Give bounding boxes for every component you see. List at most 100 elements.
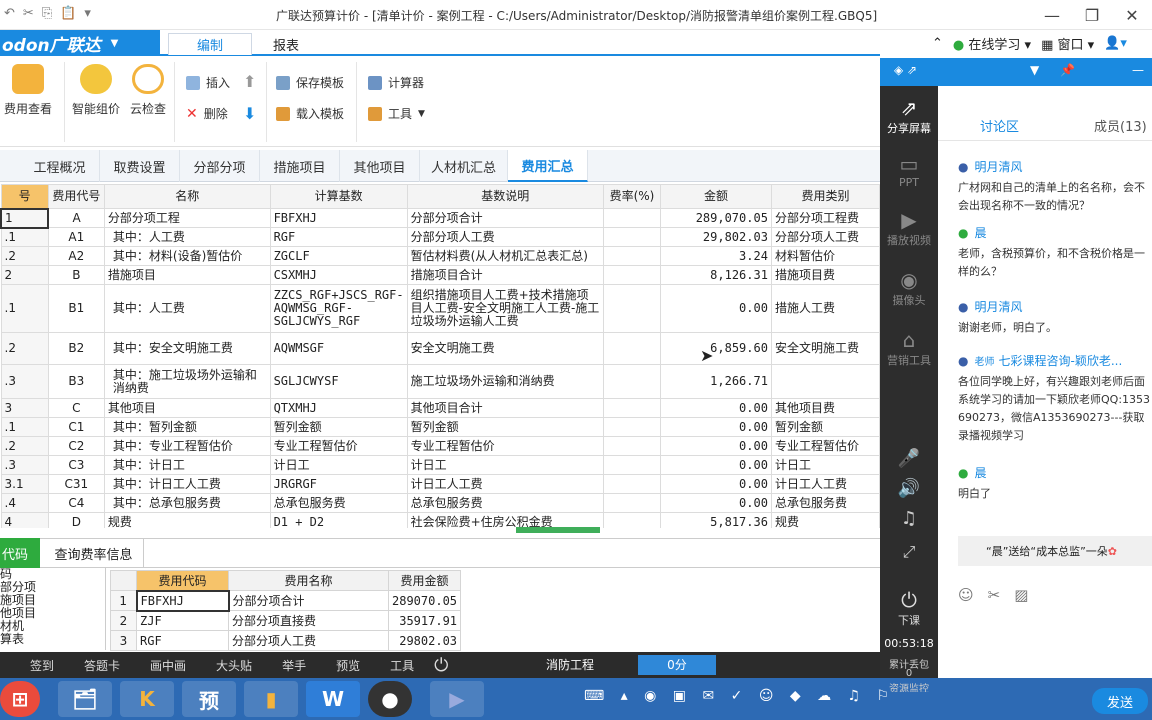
load-template-button[interactable]: 载入模板 (276, 105, 344, 122)
cell-no[interactable]: .1 (0, 284, 49, 333)
table-row[interactable]: .4 C4 其中：总承包服务费 总承包服务费 总承包服务费 0.00 总承包服务费 (0, 493, 880, 513)
cell-no[interactable]: .4 (0, 493, 49, 513)
cell-category[interactable]: 措施项目费 (770, 265, 880, 285)
close-icon[interactable]: ✕ (1112, 0, 1152, 30)
cell-amount[interactable]: 29,802.03 (660, 227, 772, 247)
sub-table-row[interactable]: 3 RGF 分部分项人工费 29802.03 (110, 630, 462, 651)
sub-cell-code[interactable]: RGF (136, 630, 229, 651)
paste-icon[interactable]: 📋 (60, 6, 76, 21)
cell-category[interactable]: 分部分项人工费 (770, 227, 880, 247)
col-header-rate[interactable]: 费率(%) (602, 184, 662, 209)
cell-code[interactable]: A1 (47, 227, 105, 247)
table-row[interactable]: 2 B 措施项目 CSXMHJ 措施项目合计 8,126.31 措施项目费 (0, 265, 880, 285)
cell-category[interactable]: 其他项目费 (770, 398, 880, 418)
raise-hand-button[interactable]: 举手 (282, 657, 306, 674)
table-row[interactable]: .3 C3 其中：计日工 计日工 计日工 0.00 计日工 (0, 455, 880, 475)
cell-name[interactable]: 其中：施工垃圾场外运输和消纳费 (103, 364, 271, 399)
cell-name[interactable]: 其中：安全文明施工费 (103, 332, 271, 365)
cell-base[interactable]: 计日工 (269, 455, 408, 475)
fee-view-button[interactable]: 费用查看 (4, 64, 52, 117)
cut-icon[interactable]: ✂ (23, 6, 34, 21)
tab-labor-material[interactable]: 人材机汇总 (420, 150, 508, 182)
cell-base-desc[interactable]: 计日工人工费 (406, 474, 604, 494)
answer-card-button[interactable]: 答题卡 (84, 657, 120, 674)
tab-project-overview[interactable]: 工程概况 (20, 150, 100, 182)
cell-rate[interactable] (602, 364, 662, 399)
cell-code[interactable]: B3 (47, 364, 105, 399)
app-logo[interactable]: odon广联达 ▼ (0, 30, 160, 56)
cell-name[interactable]: 分部分项工程 (103, 208, 271, 228)
cell-code[interactable]: C (47, 398, 105, 418)
emoji-icon[interactable]: ☺ (958, 586, 988, 604)
play-video-button[interactable]: ▶ 播放视频 (880, 208, 938, 248)
tab-discussion[interactable]: 讨论区 (980, 116, 1019, 135)
maximize-icon[interactable]: ❐ (1072, 0, 1112, 30)
cell-base[interactable]: ZGCLF (269, 246, 408, 266)
camera-button[interactable]: ◉ 摄像头 (880, 268, 938, 308)
sender-name[interactable]: 明月清风 (974, 300, 1022, 314)
cell-code[interactable]: C4 (47, 493, 105, 513)
ppt-button[interactable]: ▭ PPT (880, 152, 938, 189)
tab-rate-query[interactable]: 查询费率信息 (44, 538, 144, 568)
live-tools-button[interactable]: 工具 (390, 657, 414, 674)
cell-rate[interactable] (602, 208, 662, 228)
cell-base-desc[interactable]: 安全文明施工费 (406, 332, 604, 365)
mic-icon[interactable]: 🎤 (880, 448, 938, 469)
cell-base[interactable]: CSXMHJ (269, 265, 408, 285)
cell-base-desc[interactable]: 社会保险费+住房公积金费 (406, 512, 604, 528)
cell-base[interactable]: 暂列金额 (269, 417, 408, 437)
cell-no[interactable]: 3.1 (0, 474, 49, 494)
col-header-amount[interactable]: 金额 (660, 184, 772, 209)
tab-edit[interactable]: 编制 (168, 33, 252, 55)
col-header-code[interactable]: 费用代号 (47, 184, 105, 209)
cell-code[interactable]: A2 (47, 246, 105, 266)
cell-code[interactable]: B (47, 265, 105, 285)
sub-cell-name[interactable]: 分部分项合计 (228, 590, 389, 611)
cell-amount[interactable]: 6,859.60 (660, 332, 772, 365)
cell-rate[interactable] (602, 512, 662, 528)
user-icon[interactable]: 👤▾ (1104, 36, 1127, 51)
tree-item[interactable]: 算表 (0, 633, 105, 646)
checkin-button[interactable]: 签到 (30, 657, 54, 674)
cell-rate[interactable] (602, 417, 662, 437)
cell-no[interactable]: .2 (0, 332, 49, 365)
budget-app-icon[interactable]: 预 (182, 681, 236, 717)
cell-no[interactable]: 3 (0, 398, 49, 418)
cell-no[interactable]: .3 (0, 455, 49, 475)
cell-base[interactable]: JRGRGF (269, 474, 408, 494)
pin-icon[interactable]: 📌 (1060, 63, 1075, 77)
cell-rate[interactable] (602, 246, 662, 266)
sub-table-row[interactable]: 1 FBFXHJ 分部分项合计 289070.05 (110, 589, 462, 612)
cell-category[interactable]: 专业工程暂估价 (770, 436, 880, 456)
tab-report[interactable]: 报表 (256, 33, 316, 55)
table-row[interactable]: 3.1 C31 其中：计日工人工费 JRGRGF 计日工人工费 0.00 计日工人工费 (0, 474, 880, 494)
sub-cell-index[interactable]: 3 (110, 630, 137, 651)
calculator-button[interactable]: 计算器 (368, 74, 424, 91)
cell-base[interactable]: FBFXHJ (269, 208, 408, 228)
cell-base[interactable]: SGLJCWYSF (269, 364, 408, 399)
cell-amount[interactable]: 1,266.71 (660, 364, 772, 399)
table-row[interactable]: 3 C 其他项目 QTXMHJ 其他项目合计 0.00 其他项目费 (0, 398, 880, 418)
cell-name[interactable]: 其中：人工费 (103, 227, 271, 247)
minimize-chat-icon[interactable]: — (1132, 63, 1144, 77)
table-row[interactable]: 4 D 规费 D1 + D2 社会保险费+住房公积金费 5,817.36 规费 (0, 512, 880, 528)
cell-category[interactable]: 安全文明施工费 (770, 332, 880, 365)
cloud-check-button[interactable]: 云检查 (130, 64, 166, 117)
cell-no[interactable]: .2 (0, 436, 49, 456)
cell-no[interactable]: .2 (0, 246, 49, 266)
tools-button[interactable]: 工具 ▼ (368, 105, 425, 122)
tab-other-items[interactable]: 其他项目 (340, 150, 420, 182)
cell-base-desc[interactable]: 专业工程暂估价 (406, 436, 604, 456)
cell-name[interactable]: 其中：人工费 (103, 284, 271, 333)
table-row[interactable]: .3 B3 其中：施工垃圾场外运输和消纳费 SGLJCWYSF 施工垃圾场外运输和消纳费… (0, 364, 880, 399)
cell-rate[interactable] (602, 436, 662, 456)
table-row[interactable]: .1 B1 其中：人工费 ZZCS_RGF+JSCS_RGF-AQWMSG_RGF-S… (0, 284, 880, 333)
cell-amount[interactable]: 0.00 (660, 284, 772, 333)
collapse-icon[interactable]: ⌃ (932, 36, 943, 51)
sub-col-code[interactable]: 费用代码 (136, 570, 229, 591)
cell-base[interactable]: AQWMSGF (269, 332, 408, 365)
cell-base[interactable]: RGF (269, 227, 408, 247)
cell-name[interactable]: 其中：专业工程暂估价 (103, 436, 271, 456)
col-header-category[interactable]: 费用类别 (770, 184, 880, 209)
col-header-base[interactable]: 计算基数 (269, 184, 408, 209)
